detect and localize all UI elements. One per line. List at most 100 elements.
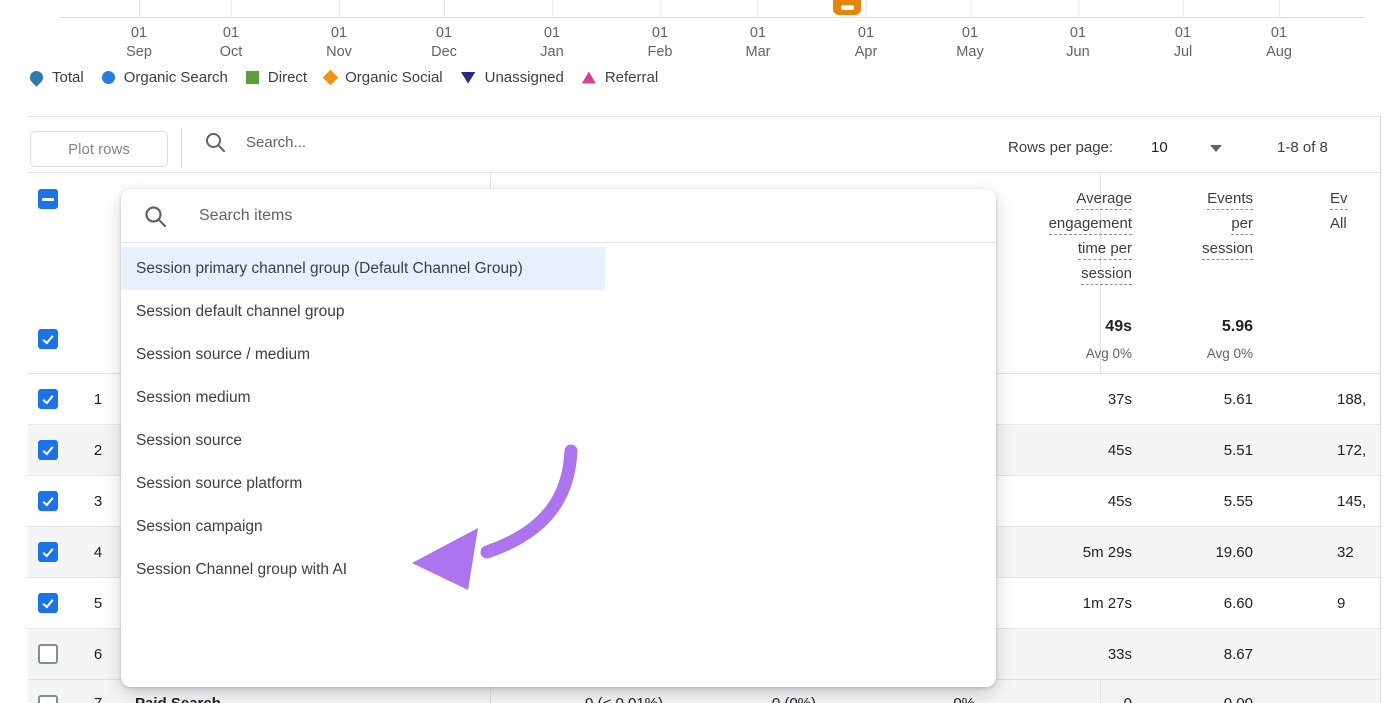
dropdown-search-input[interactable] — [197, 206, 801, 226]
dropdown-item-label: Session source / medium — [136, 346, 310, 364]
toolbar-bottom-border — [28, 172, 1380, 173]
column-divider — [1100, 680, 1101, 703]
indeterminate-icon — [42, 198, 54, 201]
totals-events-per-session: 5.96 — [1222, 318, 1253, 336]
dropdown-item-label: Session source platform — [136, 475, 302, 493]
x-axis-tick: 01Dec — [431, 0, 457, 62]
legend-item: Organic Search — [102, 69, 228, 86]
ga4-traffic-acquisition-screen: 01Sep 01Oct 01Nov 01Dec 01Jan 01Feb 01Ma… — [0, 0, 1392, 703]
legend-item: Direct — [246, 69, 307, 86]
gridline — [139, 0, 140, 17]
rows-per-page-select[interactable]: 10 — [1151, 139, 1168, 156]
dropdown-item[interactable]: Session Channel group with AI — [121, 548, 996, 591]
legend-label: Total — [52, 69, 84, 86]
x-axis-tick: 01Jan — [540, 0, 563, 62]
x-axis-tick: 01Aug — [1266, 0, 1292, 62]
engagement-rate-cell: 0% — [953, 695, 975, 703]
events-per-session-cell: 5.55 — [1224, 493, 1253, 510]
avg-engagement-time-cell: 45s — [1108, 442, 1132, 459]
avg-engagement-time-cell: 45s — [1108, 493, 1132, 510]
x-axis-tick: 01May — [956, 0, 983, 62]
gridline — [552, 0, 553, 17]
dropdown-item-label: Session Channel group with AI — [136, 561, 347, 579]
rows-per-page-label: Rows per page: — [1008, 139, 1113, 156]
dropdown-item[interactable]: Session source — [121, 419, 996, 462]
row-checkbox[interactable] — [38, 542, 58, 562]
row-index: 4 — [83, 544, 113, 561]
row-checkbox[interactable] — [38, 593, 58, 613]
search-icon — [143, 204, 167, 228]
pagination-range: 1-8 of 8 — [1277, 139, 1328, 156]
avg-engagement-time-cell: 0 — [1124, 695, 1132, 703]
vertical-scrollbar[interactable] — [1380, 116, 1381, 703]
search-icon — [204, 131, 226, 153]
dropdown-item[interactable]: Session default channel group — [121, 290, 996, 333]
events-per-session-cell: 5.61 — [1224, 391, 1253, 408]
legend-marker-icon — [461, 72, 476, 84]
chart-legend: Total Organic Search Direct Organic Soci… — [30, 69, 658, 86]
row-checkbox[interactable] — [38, 389, 58, 409]
dropdown-item-list: Session primary channel group (Default C… — [121, 247, 996, 591]
row-index: 5 — [83, 595, 113, 612]
x-axis-tick: 01Mar — [746, 0, 771, 62]
legend-label: Referral — [605, 69, 658, 86]
gridline — [1078, 0, 1079, 17]
row-checkbox[interactable] — [38, 644, 58, 664]
legend-marker-icon — [323, 70, 339, 86]
legend-label: Organic Social — [345, 69, 443, 86]
dropdown-item-label: Session source — [136, 432, 242, 450]
channel-cell: Paid Search — [135, 695, 221, 703]
events-per-session-cell: 8.67 — [1224, 646, 1253, 663]
dimension-dropdown-menu: Session primary channel group (Default C… — [121, 189, 996, 687]
dropdown-item[interactable]: Session source platform — [121, 462, 996, 505]
row-checkbox[interactable] — [38, 440, 58, 460]
dropdown-search — [121, 189, 996, 243]
row-index: 1 — [83, 391, 113, 408]
search-input[interactable] — [244, 133, 548, 152]
check-icon — [40, 330, 56, 348]
column-header-events-per-session[interactable]: Events per session — [1202, 190, 1253, 265]
gridline — [866, 0, 867, 17]
event-count-cell: 32 — [1337, 544, 1380, 561]
dropdown-item-label: Session default channel group — [136, 303, 345, 321]
avg-engagement-time-cell: 33s — [1108, 646, 1132, 663]
x-axis-tick: 01Sep — [126, 0, 152, 62]
select-all-checkbox[interactable] — [38, 189, 58, 209]
gridline — [1183, 0, 1184, 17]
column-header-avg-engagement-time[interactable]: Average engagement time per session — [1049, 190, 1132, 290]
dropdown-item[interactable]: Session source / medium — [121, 333, 996, 376]
check-icon — [40, 492, 56, 510]
gridline — [660, 0, 661, 17]
legend-marker-icon — [246, 71, 259, 84]
card-top-border — [28, 116, 1380, 117]
legend-label: Organic Search — [124, 69, 228, 86]
row-checkbox[interactable] — [38, 491, 58, 511]
dropdown-item[interactable]: Session primary channel group (Default C… — [121, 247, 605, 290]
row-checkbox[interactable] — [38, 695, 58, 703]
chevron-down-icon[interactable] — [1210, 145, 1222, 152]
gridline — [231, 0, 232, 17]
gridline — [1279, 0, 1280, 17]
column-header-event-count[interactable]: Event count All events — [1330, 190, 1348, 240]
dropdown-item[interactable]: Session medium — [121, 376, 996, 419]
toolbar-divider — [181, 128, 182, 168]
legend-label: Unassigned — [485, 69, 564, 86]
chart-annotation-icon[interactable] — [833, 0, 861, 15]
row-index: 6 — [83, 646, 113, 663]
plot-rows-button[interactable]: Plot rows — [30, 131, 168, 167]
dropdown-item[interactable]: Session campaign — [121, 505, 996, 548]
chart-x-axis-line — [60, 17, 1365, 18]
gridline — [339, 0, 340, 17]
legend-marker-icon — [582, 72, 596, 84]
x-axis-tick: 01Jul — [1174, 0, 1193, 62]
table-search — [204, 131, 548, 153]
totals-row-checkbox[interactable] — [38, 329, 58, 349]
avg-engagement-time-cell: 37s — [1108, 391, 1132, 408]
row-index: 2 — [83, 442, 113, 459]
events-per-session-cell: 5.51 — [1224, 442, 1253, 459]
legend-item: Total — [30, 69, 84, 86]
annotation-icon-slot — [841, 5, 854, 10]
legend-marker-icon — [102, 71, 115, 84]
gridline — [758, 0, 759, 17]
check-icon — [40, 390, 56, 408]
